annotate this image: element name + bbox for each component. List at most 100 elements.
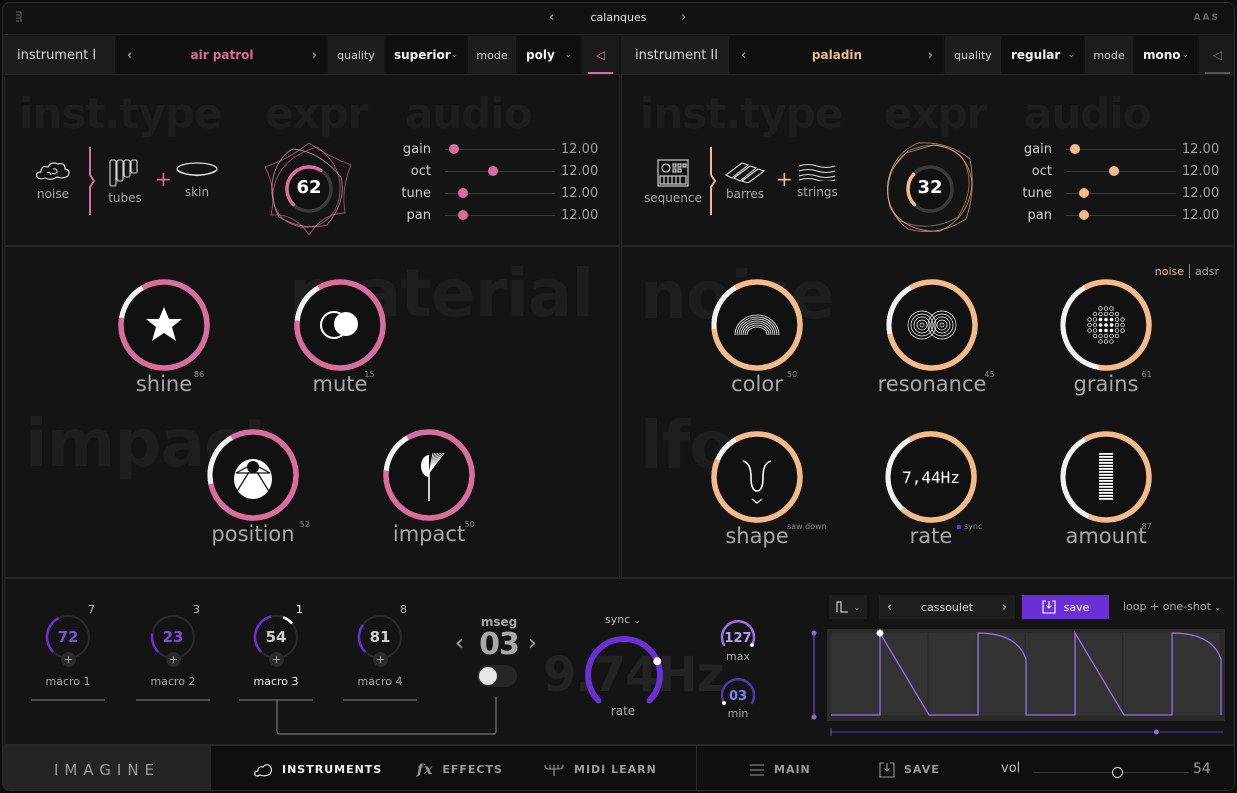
mseg-prev[interactable]: ‹ xyxy=(455,631,464,656)
expr-value: 32 xyxy=(917,177,943,198)
knob-ring xyxy=(1060,279,1152,371)
knob-rate[interactable]: 7,44Hz xyxy=(882,428,980,526)
type-strings[interactable]: strings xyxy=(797,163,838,199)
slider-thumb[interactable] xyxy=(457,187,468,198)
knob-impact[interactable] xyxy=(380,426,478,524)
mseg-preset-name[interactable]: cassoulet xyxy=(921,601,973,614)
instrument-2-quality-value: regular xyxy=(1011,48,1061,62)
global-save-button[interactable]: SAVE xyxy=(879,746,940,790)
mseg-enable-toggle[interactable] xyxy=(477,665,517,687)
type-skin[interactable]: skin xyxy=(175,161,219,199)
instrument-2-name[interactable]: instrument II xyxy=(621,36,729,74)
instrument-1-solo-button[interactable]: ◁ xyxy=(582,36,619,74)
mseg-preset-prev[interactable]: ‹ xyxy=(887,600,892,615)
knob-label: shine xyxy=(135,372,193,396)
mseg-preset-next[interactable]: › xyxy=(1002,600,1007,615)
footer-divider xyxy=(696,746,697,790)
type-sequence[interactable]: sequence xyxy=(644,159,702,205)
slider-thumb[interactable] xyxy=(1069,143,1080,154)
toggle-adsr[interactable]: adsr xyxy=(1195,265,1219,278)
slider-track[interactable] xyxy=(1066,143,1176,154)
knob-grains[interactable] xyxy=(1057,276,1155,374)
tab-label: EFFECTS xyxy=(442,763,503,776)
macro-add-button[interactable]: + xyxy=(166,652,181,667)
slider-thumb[interactable] xyxy=(1109,165,1120,176)
mseg-point-handle[interactable] xyxy=(876,629,884,637)
mseg-shape-dropdown[interactable]: ⌄ xyxy=(829,595,867,619)
knob-position[interactable] xyxy=(204,426,302,524)
instrument-1-name[interactable]: instrument I xyxy=(3,36,115,74)
mseg-grid-cell xyxy=(928,633,976,715)
instrument-2-solo-button[interactable]: ◁ xyxy=(1199,36,1234,74)
vol-slider-thumb[interactable] xyxy=(1112,767,1124,778)
tab-midi-learn[interactable]: MIDI LEARN xyxy=(543,746,657,790)
knob-amount[interactable] xyxy=(1057,428,1155,526)
expr-knob-1[interactable]: 62 xyxy=(257,137,361,241)
slider-thumb[interactable] xyxy=(1078,187,1089,198)
macro-add-button[interactable]: + xyxy=(269,652,284,667)
macro-add-button[interactable]: + xyxy=(61,652,76,667)
mseg-envelope-graph[interactable] xyxy=(827,629,1225,721)
main-menu-button[interactable]: MAIN xyxy=(749,746,811,790)
slider-thumb[interactable] xyxy=(488,165,499,176)
hamburger-icon xyxy=(750,763,764,776)
instrument-1-mode-dropdown[interactable]: poly ⌄ xyxy=(518,36,580,74)
knob-mute[interactable] xyxy=(291,276,389,374)
knob-shape[interactable] xyxy=(708,428,806,526)
instrument-2-preset-next[interactable]: › xyxy=(928,48,933,63)
slider-track[interactable] xyxy=(445,187,555,198)
type-barres[interactable]: barres xyxy=(724,161,766,201)
main-label: MAIN xyxy=(774,763,811,776)
slider-track[interactable] xyxy=(445,165,555,176)
type-tubes[interactable]: tubes xyxy=(108,159,142,205)
save-icon xyxy=(1042,600,1056,614)
slider-value: 12.00 xyxy=(1182,141,1220,157)
slider-track[interactable] xyxy=(1066,209,1176,220)
sync-dropdown[interactable]: sync ⌄ xyxy=(605,613,640,626)
mseg-rate-knob[interactable] xyxy=(579,631,669,711)
loop-mode-dropdown[interactable]: loop + one-shot ⌄ xyxy=(1123,600,1221,613)
slider-track[interactable] xyxy=(445,143,555,154)
type-noise[interactable]: noise xyxy=(33,159,73,201)
macro-add-button[interactable]: + xyxy=(373,652,388,667)
mseg-save-button[interactable]: save xyxy=(1022,595,1109,619)
knob-shine[interactable] xyxy=(115,276,213,374)
slider-track[interactable] xyxy=(1066,165,1176,176)
strings-icon xyxy=(799,163,836,181)
slider-track[interactable] xyxy=(1066,187,1176,198)
slider-thumb[interactable] xyxy=(1078,209,1089,220)
section-title-expr: expr xyxy=(265,89,368,138)
knob-resonance[interactable] xyxy=(883,276,981,374)
aas-logo: AAS xyxy=(1193,13,1220,23)
slider-thumb[interactable] xyxy=(448,143,459,154)
toggle-noise[interactable]: noise xyxy=(1155,265,1184,278)
instrument-2-preset-name[interactable]: paladin xyxy=(812,48,862,62)
mseg-next[interactable]: › xyxy=(528,631,537,656)
tab-instruments[interactable]: INSTRUMENTS xyxy=(253,746,382,790)
macro-assign-count: 8 xyxy=(400,603,407,616)
slider-track[interactable] xyxy=(445,209,555,220)
knob-ring xyxy=(711,431,803,523)
slider-thumb[interactable] xyxy=(457,209,468,220)
instrument-1-preset-next[interactable]: › xyxy=(312,48,317,63)
macro-range-bar[interactable] xyxy=(31,699,105,701)
instrument-2-mode-dropdown[interactable]: mono ⌄ xyxy=(1135,36,1197,74)
mseg-vertical-range[interactable] xyxy=(809,629,819,721)
tab-label: MIDI LEARN xyxy=(574,763,657,776)
chevron-down-icon: ⌄ xyxy=(853,602,861,612)
vol-slider[interactable] xyxy=(1033,767,1189,778)
mseg-horizontal-scroll[interactable] xyxy=(829,727,1225,737)
instrument-1-quality-dropdown[interactable]: superior ⌄ xyxy=(386,36,466,74)
instrument-1-preset-prev[interactable]: ‹ xyxy=(127,48,132,63)
macro-range-bar[interactable] xyxy=(136,699,210,701)
knob-color[interactable] xyxy=(708,276,806,374)
tab-effects[interactable]: fx EFFECTS xyxy=(417,746,503,790)
global-preset-next[interactable]: › xyxy=(681,10,686,25)
expr-value: 62 xyxy=(296,177,322,198)
macro-assign-count: 3 xyxy=(193,603,200,616)
global-preset-name[interactable]: calanques xyxy=(3,11,1234,24)
expr-knob-2[interactable]: 32 xyxy=(878,137,982,241)
instrument-2-preset-prev[interactable]: ‹ xyxy=(741,48,746,63)
instrument-2-quality-dropdown[interactable]: regular ⌄ xyxy=(1003,36,1083,74)
instrument-1-preset-name[interactable]: air patrol xyxy=(190,48,253,62)
